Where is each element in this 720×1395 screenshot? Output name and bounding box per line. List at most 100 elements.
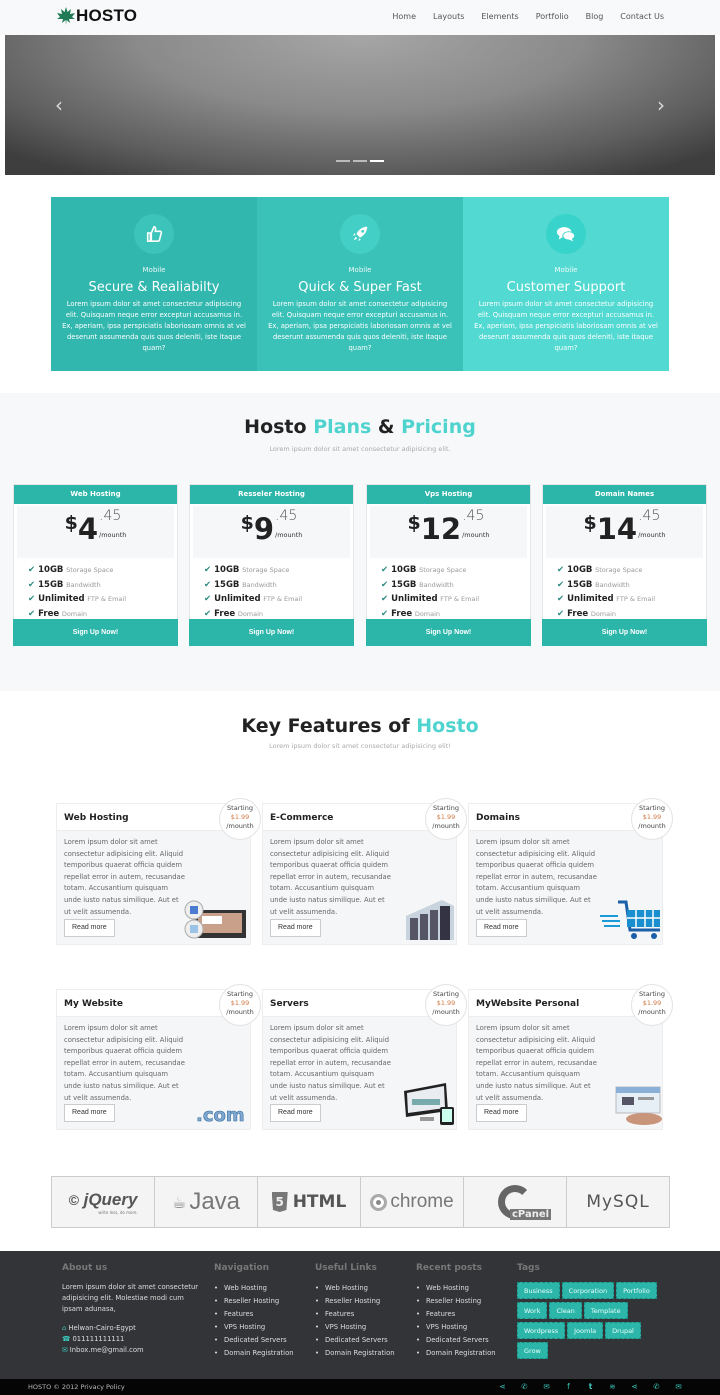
sign-up-button[interactable]: Sign Up Now! <box>189 619 354 646</box>
footer-link[interactable]: Dedicated Servers <box>214 1334 294 1347</box>
tag-portfolio[interactable]: Portfolio <box>616 1282 657 1299</box>
mail-icon[interactable]: ✉ <box>673 1382 684 1391</box>
footer-link[interactable]: Domain Registration <box>315 1347 395 1360</box>
read-more-button[interactable]: Read more <box>476 919 527 937</box>
footer-link[interactable]: Dedicated Servers <box>315 1334 395 1347</box>
read-more-button[interactable]: Read more <box>476 1104 527 1122</box>
tag-clean[interactable]: Clean <box>549 1302 582 1319</box>
footer-link[interactable]: Domain Registration <box>214 1347 294 1360</box>
tag-business[interactable]: Business <box>517 1282 560 1299</box>
footer-link[interactable]: Reseller Hosting <box>416 1295 496 1308</box>
check-icon: ✔ <box>381 565 389 575</box>
logo-text: cPanel <box>510 1209 552 1220</box>
phone-icon[interactable]: ✆ <box>519 1382 530 1391</box>
badge-period: /mounth <box>226 822 254 830</box>
footer-heading: About us <box>62 1263 108 1273</box>
price-period: /mounth <box>99 531 127 539</box>
tag-corporation[interactable]: Corporation <box>561 1282 615 1299</box>
read-more-button[interactable]: Read more <box>64 919 115 937</box>
plan-feature: ✔ 15GB Bandwidth <box>28 578 177 593</box>
facebook-icon[interactable]: f <box>563 1382 574 1391</box>
feature-fast: Mobile Quick & Super Fast Lorem ipsum do… <box>257 197 463 371</box>
sign-up-button[interactable]: Sign Up Now! <box>13 619 178 646</box>
wifi-icon[interactable]: ≋ <box>607 1382 618 1391</box>
carousel-indicator-active[interactable] <box>370 160 384 162</box>
footer-link[interactable]: Features <box>416 1308 496 1321</box>
feature-text: Lorem ipsum dolor sit amet consectetur a… <box>474 300 658 352</box>
mail-icon[interactable]: ✉ <box>541 1382 552 1391</box>
footer-link[interactable]: VPS Hosting <box>315 1321 395 1334</box>
copyright[interactable]: HOSTO © 2012 Privacy Policy <box>28 1383 125 1391</box>
footer-heading: Useful Links <box>315 1263 377 1273</box>
brand-name: HOSTO <box>76 6 138 25</box>
share-icon[interactable]: ⋖ <box>497 1382 508 1391</box>
email-text[interactable]: Inbox.me@gmail.com <box>70 1346 144 1354</box>
badge-period: /mounth <box>432 1008 460 1016</box>
badge-starting: Starting <box>433 804 459 812</box>
check-icon: ✔ <box>557 608 565 619</box>
feature-label: Bandwidth <box>419 580 454 589</box>
carousel-indicator[interactable] <box>353 160 367 162</box>
badge-price: $1.99 <box>230 813 250 821</box>
footer-link[interactable]: Web Hosting <box>214 1282 294 1295</box>
feature-card: Web Hosting Lorem ipsum dolor sit amet c… <box>56 798 261 945</box>
tag-joomla[interactable]: Joomla <box>567 1322 604 1339</box>
card-text: Lorem ipsum dolor sit amet consectetur a… <box>64 1024 185 1102</box>
contact-address: ⌂ Helwan-Cairo-Egypt <box>62 1323 202 1334</box>
footer-link[interactable]: Domain Registration <box>416 1347 496 1360</box>
contact-email[interactable]: ✉ Inbox.me@gmail.com <box>62 1345 202 1356</box>
footer-link[interactable]: Web Hosting <box>416 1282 496 1295</box>
read-more-button[interactable]: Read more <box>270 1104 321 1122</box>
share-icon[interactable]: ⋖ <box>629 1382 640 1391</box>
nav-blog[interactable]: Blog <box>586 12 604 21</box>
pricing-subtitle: Lorem ipsum dolor sit amet consectetur a… <box>269 445 451 453</box>
tag-drupal[interactable]: Drupal <box>605 1322 641 1339</box>
sign-up-button[interactable]: Sign Up Now! <box>542 619 707 646</box>
footer-link[interactable]: Features <box>214 1308 294 1321</box>
chevron-left-icon[interactable]: ‹ <box>55 93 63 117</box>
logo-text: MySQL <box>586 1192 650 1212</box>
plan-name: Resseler Hosting <box>190 485 353 504</box>
pricing-title: Hosto Plans & Pricing <box>0 416 720 438</box>
tag-grow[interactable]: Grow <box>517 1342 548 1359</box>
devices-image <box>400 1081 456 1129</box>
plan-features: ✔ 10GB Storage Space ✔ 15GB Bandwidth ✔ Unlim… <box>543 558 706 621</box>
read-more-button[interactable]: Read more <box>270 919 321 937</box>
logo-text: jQuery <box>83 1189 138 1209</box>
feature-value: Unlimited <box>38 594 85 604</box>
pricing-plan: Domain Names $ 14 .45 /mounth ✔ 10GB Stor… <box>542 484 707 646</box>
web-hosting-illustration <box>184 896 250 944</box>
logo[interactable]: HOSTO <box>56 6 137 26</box>
footer-link[interactable]: Dedicated Servers <box>416 1334 496 1347</box>
feature-label: Bandwidth <box>242 580 277 589</box>
feature-subtitle: Mobile <box>554 266 578 274</box>
sign-up-button[interactable]: Sign Up Now! <box>366 619 531 646</box>
tag-work[interactable]: Work <box>517 1302 548 1319</box>
check-icon: ✔ <box>381 579 389 590</box>
footer-link[interactable]: VPS Hosting <box>214 1321 294 1334</box>
carousel-indicator[interactable] <box>336 160 350 162</box>
feature-label: Domain <box>414 609 441 618</box>
chevron-right-icon[interactable]: › <box>657 93 665 117</box>
tag-template[interactable]: Template <box>583 1302 628 1319</box>
footer-link[interactable]: Reseller Hosting <box>214 1295 294 1308</box>
twitter-icon[interactable]: t <box>585 1382 596 1391</box>
dotcom-logo-image: .com <box>194 1101 250 1129</box>
feature-value: 15GB <box>567 579 593 590</box>
phone-icon[interactable]: ✆ <box>651 1382 662 1391</box>
price-cents: .45 <box>638 508 661 524</box>
read-more-button[interactable]: Read more <box>64 1104 115 1122</box>
footer-link[interactable]: VPS Hosting <box>416 1321 496 1334</box>
tag-wordpress[interactable]: Wordpress <box>517 1322 566 1339</box>
feature-label: FTP & Email <box>263 595 303 603</box>
nav-layouts[interactable]: Layouts <box>433 12 464 21</box>
footer-link[interactable]: Reseller Hosting <box>315 1295 395 1308</box>
pricing-plan: Resseler Hosting $ 9 .45 /mounth ✔ 10GB S… <box>189 484 354 646</box>
footer-link[interactable]: Web Hosting <box>315 1282 395 1295</box>
nav-elements[interactable]: Elements <box>481 12 518 21</box>
footer-link[interactable]: Features <box>315 1308 395 1321</box>
nav-portfolio[interactable]: Portfolio <box>536 12 569 21</box>
nav-contact-us[interactable]: Contact Us <box>620 12 664 21</box>
price-badge: Starting $1.99 /mounth <box>219 984 261 1026</box>
nav-home[interactable]: Home <box>392 12 416 21</box>
